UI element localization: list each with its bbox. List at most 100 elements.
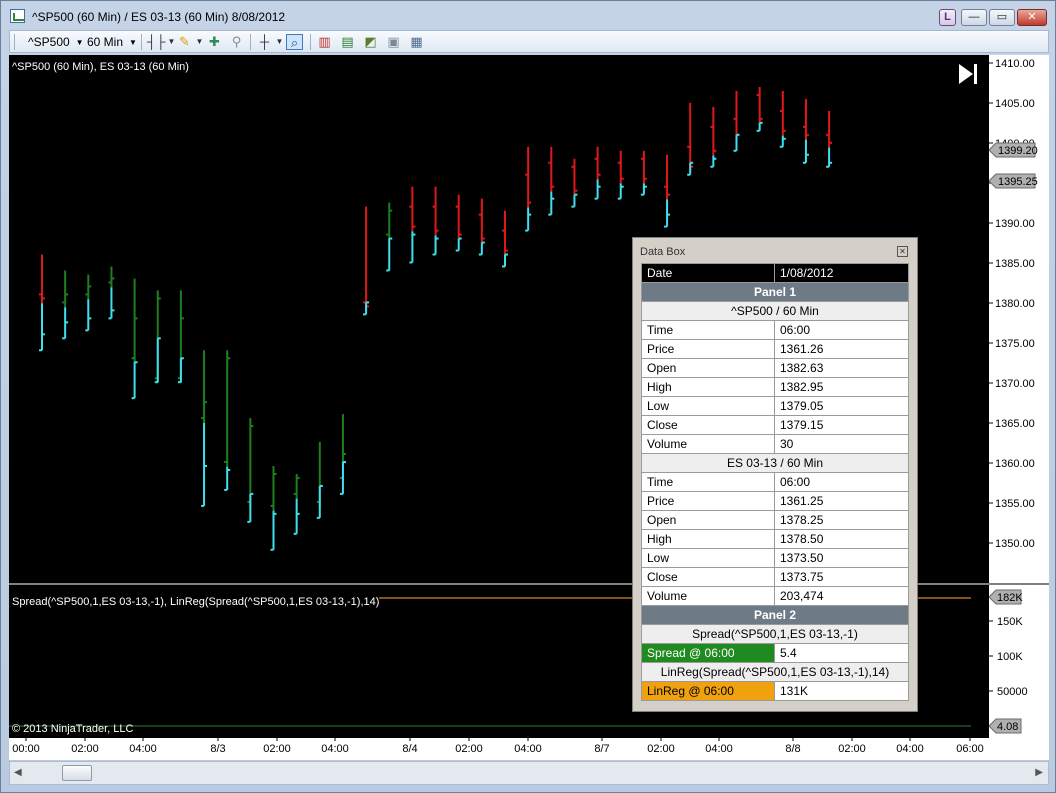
toolbar-separator bbox=[141, 34, 142, 50]
price-bar bbox=[131, 278, 138, 400]
time-tick-label: 04:00 bbox=[514, 743, 542, 755]
data-box-key: Close bbox=[641, 415, 775, 435]
zoom-icon[interactable]: ⌕ bbox=[286, 34, 303, 50]
price-bar bbox=[154, 290, 161, 384]
data-series-icon[interactable]: ▣ bbox=[385, 34, 402, 50]
indicator-tick-label: 150K bbox=[997, 616, 1023, 628]
time-tick-label: 04:00 bbox=[705, 743, 733, 755]
data-box-value: 1361.25 bbox=[774, 491, 909, 511]
price-tick-label: 1410.00 bbox=[995, 58, 1035, 70]
price-bar bbox=[386, 202, 393, 272]
interval-selector[interactable]: 60 Min ▼ bbox=[87, 33, 137, 51]
time-tick-label: 8/8 bbox=[785, 743, 800, 755]
data-box-value: 30 bbox=[774, 434, 909, 454]
data-box-row: ES 03-13 / 60 Min bbox=[641, 453, 909, 473]
minimize-button[interactable]: — bbox=[961, 9, 987, 26]
chart-window: ^SP500 (60 Min) / ES 03-13 (60 Min) 8/08… bbox=[0, 0, 1056, 793]
scroll-to-end-icon[interactable] bbox=[959, 64, 977, 84]
toolbar-separator bbox=[310, 34, 311, 50]
chevron-down-icon: ▼ bbox=[75, 38, 84, 47]
data-box-key: Time bbox=[641, 320, 775, 340]
price-bar bbox=[802, 98, 809, 164]
data-box-key: Low bbox=[641, 396, 775, 416]
data-box-key: Date bbox=[641, 263, 775, 283]
time-tick-label: 04:00 bbox=[321, 743, 349, 755]
price-axis[interactable]: 1410.001405.001400.001395.001390.001385.… bbox=[988, 55, 1049, 738]
indicator-tick-label: 100K bbox=[997, 651, 1023, 663]
data-box-window[interactable]: Data Box ✕ Date 1/08/2012 Panel 1 ^SP500 / … bbox=[632, 237, 918, 712]
price-bar bbox=[502, 210, 508, 268]
scroll-thumb[interactable] bbox=[62, 765, 92, 781]
data-box-row: Time 06:00 bbox=[641, 472, 909, 492]
data-box-icon[interactable]: ▦ bbox=[408, 34, 425, 50]
price-tick-label: 1365.00 bbox=[995, 418, 1035, 430]
price-tick-label: 1370.00 bbox=[995, 378, 1035, 390]
price-tick-label: 1375.00 bbox=[995, 338, 1035, 350]
data-box-row: LinReg(Spread(^SP500,1,ES 03-13,-1),14) bbox=[641, 662, 909, 682]
link-button[interactable]: L bbox=[939, 9, 956, 26]
panel-header: Panel 1 bbox=[641, 282, 909, 302]
scroll-left-icon[interactable]: ◀ bbox=[14, 767, 22, 778]
instrument-value: ^SP500 bbox=[28, 35, 70, 49]
pin-icon[interactable]: ✚ bbox=[206, 34, 223, 50]
data-box-value: 203,474 bbox=[774, 586, 909, 606]
price-bar bbox=[640, 150, 647, 196]
price-tick-label: 1360.00 bbox=[995, 458, 1035, 470]
time-axis-scale[interactable]: 00:00 02:00 04:00 8/3 02:00 04:00 8/4 02:00 04:0… bbox=[9, 738, 1049, 760]
interval-value: 60 Min bbox=[87, 35, 124, 49]
data-box-row: Open 1382.63 bbox=[641, 358, 909, 378]
time-tick-label: 00:00 bbox=[12, 743, 40, 755]
svg-text:182K: 182K bbox=[997, 592, 1023, 604]
chart-app-icon bbox=[10, 9, 25, 23]
data-box-row: Volume 203,474 bbox=[641, 586, 909, 606]
price-bar bbox=[316, 442, 323, 519]
data-box-value: 1382.95 bbox=[774, 377, 909, 397]
indicator-tick-label: 50000 bbox=[997, 686, 1028, 698]
data-box-key: Volume bbox=[641, 434, 775, 454]
time-axis[interactable]: 00:00 02:00 04:00 8/3 02:00 04:00 8/4 02:00 04:0… bbox=[9, 738, 1049, 760]
bars-properties-icon[interactable]: ▥ bbox=[316, 34, 333, 50]
data-box-key: Price bbox=[641, 491, 775, 511]
time-tick-label: 06:00 bbox=[956, 743, 984, 755]
time-tick-label: 02:00 bbox=[647, 743, 675, 755]
data-box-row: Close 1373.75 bbox=[641, 567, 909, 587]
price-bar bbox=[339, 414, 346, 495]
data-box-row: Low 1379.05 bbox=[641, 396, 909, 416]
panel-header: Panel 2 bbox=[641, 605, 909, 625]
price-bar bbox=[363, 206, 370, 316]
price-axis-scale[interactable]: 1410.001405.001400.001395.001390.001385.… bbox=[988, 55, 1049, 738]
strategy-icon[interactable]: ◩ bbox=[362, 34, 379, 50]
data-box-key: Open bbox=[641, 510, 775, 530]
time-tick-label: 02:00 bbox=[71, 743, 99, 755]
indicator-marker: 4.08 bbox=[988, 718, 1022, 734]
instrument-selector[interactable]: ^SP500 ▼ bbox=[28, 33, 84, 51]
scroll-right-icon[interactable]: ▶ bbox=[1035, 767, 1043, 778]
data-box-key: Open bbox=[641, 358, 775, 378]
close-icon[interactable]: ✕ bbox=[897, 246, 908, 257]
link-icon[interactable]: ⚲ bbox=[228, 34, 245, 50]
price-tick-label: 1350.00 bbox=[995, 538, 1035, 550]
chart-label: ^SP500 (60 Min), ES 03-13 (60 Min) bbox=[12, 61, 189, 73]
maximize-button[interactable]: ▭ bbox=[989, 9, 1015, 26]
time-tick-label: 04:00 bbox=[896, 743, 924, 755]
close-button[interactable]: ✕ bbox=[1017, 9, 1047, 26]
data-box-value: 1/08/2012 bbox=[774, 263, 909, 283]
price-bar bbox=[177, 290, 184, 384]
data-box-row: Spread(^SP500,1,ES 03-13,-1) bbox=[641, 624, 909, 644]
price-bar bbox=[687, 102, 694, 176]
time-tick-label: 04:00 bbox=[129, 743, 157, 755]
data-box-value: 1378.25 bbox=[774, 510, 909, 530]
bar-type-icon[interactable]: ┤├ bbox=[147, 34, 165, 50]
price-bar bbox=[62, 270, 69, 340]
data-box-key: Volume bbox=[641, 586, 775, 606]
price-bar bbox=[571, 158, 578, 208]
indicators-icon[interactable]: ▤ bbox=[339, 34, 356, 50]
price-bar bbox=[594, 146, 601, 200]
title-bar[interactable]: ^SP500 (60 Min) / ES 03-13 (60 Min) 8/08… bbox=[1, 1, 1055, 31]
price-bar bbox=[108, 266, 115, 320]
data-box-row: Panel 2 bbox=[641, 605, 909, 625]
data-box-key: High bbox=[641, 377, 775, 397]
price-bar bbox=[617, 150, 624, 200]
price-bar bbox=[710, 106, 717, 168]
horizontal-scrollbar[interactable]: ◀ ▶ bbox=[9, 761, 1049, 785]
